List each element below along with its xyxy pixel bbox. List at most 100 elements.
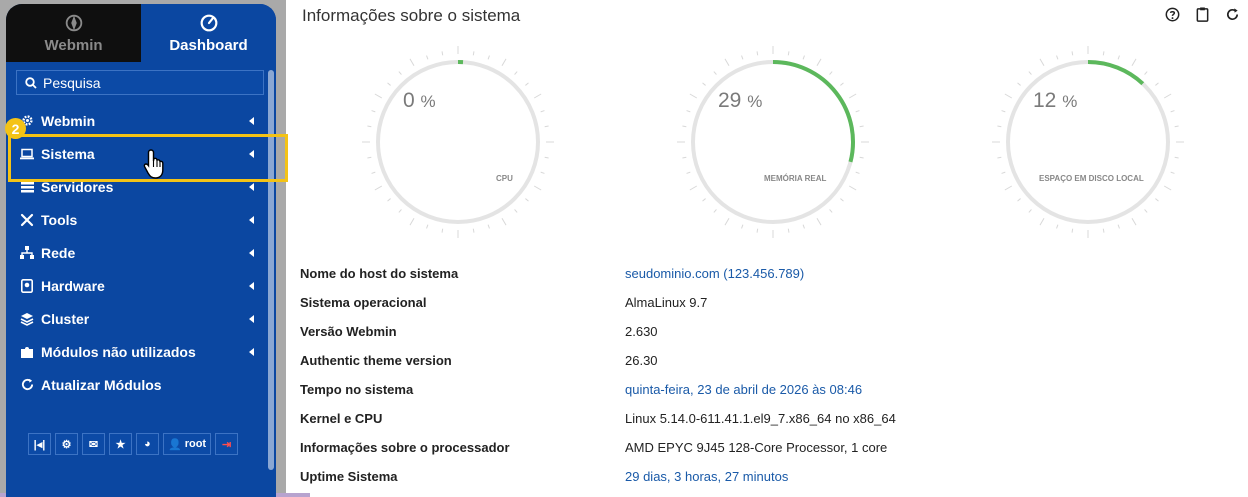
gauge-label: MEMÓRIA REAL [764,174,827,183]
sidebar-item-label: Atualizar Módulos [41,376,162,393]
gauge-tick [544,125,549,128]
tab-dashboard[interactable]: Dashboard [141,4,276,62]
gauge-fill [772,60,855,163]
gauge-tick [1102,51,1105,56]
collapse-icon: |◂| [33,438,46,451]
sidebar-item-hardware[interactable]: Hardware [6,269,268,302]
clipboard-button[interactable] [1194,6,1210,22]
gauge-tick [1039,217,1045,226]
gauge-tick [398,209,402,213]
gauge-tick [1131,217,1137,226]
sidebar-item-label: Rede [41,244,76,261]
favorites-button[interactable]: ★ [109,433,132,455]
sidebar-item-label: Cluster [41,310,90,327]
hdd-icon [20,278,34,293]
gauge-track [376,60,540,224]
sidebar-scrollbar[interactable] [268,70,274,470]
help-button[interactable] [1164,6,1180,22]
gauge-tick [533,185,542,191]
page-title: Informações sobre o sistema [302,6,521,25]
info-row-uptime: Uptime Sistema 29 dias, 3 horas, 27 minu… [300,462,1240,491]
gauge-track [1006,60,1170,224]
question-circle-icon [1165,7,1179,21]
info-row-webmin-version: Versão Webmin 2.630 [300,317,1240,346]
caret-left-icon [249,215,254,224]
sidebar-toolbar: |◂| ⚙ ✉ ★ ◕ 👤 root ⇥ [28,433,239,455]
header-actions [1164,6,1240,22]
search-input[interactable]: Pesquisa [16,70,264,95]
gauge-tick [426,55,429,60]
collapse-sidebar-button[interactable]: |◂| [28,433,51,455]
theme-button[interactable]: ◕ [136,433,159,455]
gauge-tick [409,217,415,226]
gear-icon: ⚙ [61,438,72,451]
reload-button[interactable] [1224,6,1240,22]
gauge-tick [1163,185,1172,191]
gauge-tick [1028,209,1032,213]
gauge-tick [514,71,518,75]
gauge-dial [677,46,869,238]
gauge-tick [374,93,383,99]
tab-webmin[interactable]: Webmin [6,4,141,62]
info-key: Sistema operacional [300,295,427,310]
sidebar-item-label: Webmin [41,112,96,129]
gauge-tick [702,82,706,86]
gauge-tick [501,217,507,226]
info-key: Tempo no sistema [300,382,414,397]
info-key: Informações sobre o processador [300,440,510,455]
mail-button[interactable]: ✉ [82,433,105,455]
sidebar-item-tools[interactable]: Tools [6,203,268,236]
gauge-tick [487,224,490,229]
user-name: root [184,438,207,450]
gauge-label: CPU [496,174,513,183]
gauge-tick [1174,125,1179,128]
sidebar-item-label: Hardware [41,277,105,294]
gauge-tick [829,71,833,75]
info-key: Kernel e CPU [300,411,383,426]
gauge-tick [371,110,376,113]
gauge-tick [840,198,844,202]
sidebar-item-webmin[interactable]: Webmin [6,104,268,137]
gauge-tick [787,228,790,233]
gauge-tick [682,156,687,159]
gauge-tick [1017,198,1021,202]
gauge-tick [756,51,759,56]
gauge-fill [1087,60,1145,86]
tab-dashboard-label: Dashboard [169,37,248,54]
layers-icon [20,312,34,326]
gauge-tick [1117,224,1120,229]
gauge-tick [525,82,529,86]
sidebar-item-atualizar-modulos[interactable]: Atualizar Módulos [6,368,268,401]
info-row-processor: Informações sobre o processador AMD EPYC… [300,433,1240,462]
settings-button[interactable]: ⚙ [55,433,78,455]
disk-gauge: 12 % ESPAÇO EM DISCO LOCAL [988,42,1188,242]
info-key: Versão Webmin [300,324,397,339]
gauge-tick [855,110,860,113]
gauge-tick [787,51,790,56]
info-key: Nome do host do sistema [300,266,459,281]
sidebar-item-label: Módulos não utilizados [41,343,196,360]
gauge-tick [441,51,444,56]
sidebar-item-rede[interactable]: Rede [6,236,268,269]
gauge-tick [387,82,391,86]
gauge-tick [756,228,759,233]
gauge-tick [816,58,822,67]
sidebar-item-modulos-nao-utilizados[interactable]: Módulos não utilizados [6,335,268,368]
sidebar-item-cluster[interactable]: Cluster [6,302,268,335]
user-button[interactable]: 👤 root [163,433,212,455]
envelope-icon: ✉ [88,438,99,451]
gauge-tick [1001,171,1006,174]
gauge-tick [387,198,391,202]
gauge-tick [855,171,860,174]
gauge-tick [472,51,475,56]
logout-button[interactable]: ⇥ [215,433,239,455]
caret-left-icon [249,314,254,323]
uptime-link[interactable]: 29 dias, 3 horas, 27 minutos [625,469,788,484]
gauge-tick [1039,58,1045,67]
gauge-tick [514,209,518,213]
gauge-tick [1004,185,1013,191]
system-time-link[interactable]: quinta-feira, 23 de abril de 2026 às 08:… [625,382,862,397]
hostname-link[interactable]: seudominio.com (123.456.789) [625,266,804,281]
gauge-tick [1174,156,1179,159]
gauge-tick [487,55,490,60]
